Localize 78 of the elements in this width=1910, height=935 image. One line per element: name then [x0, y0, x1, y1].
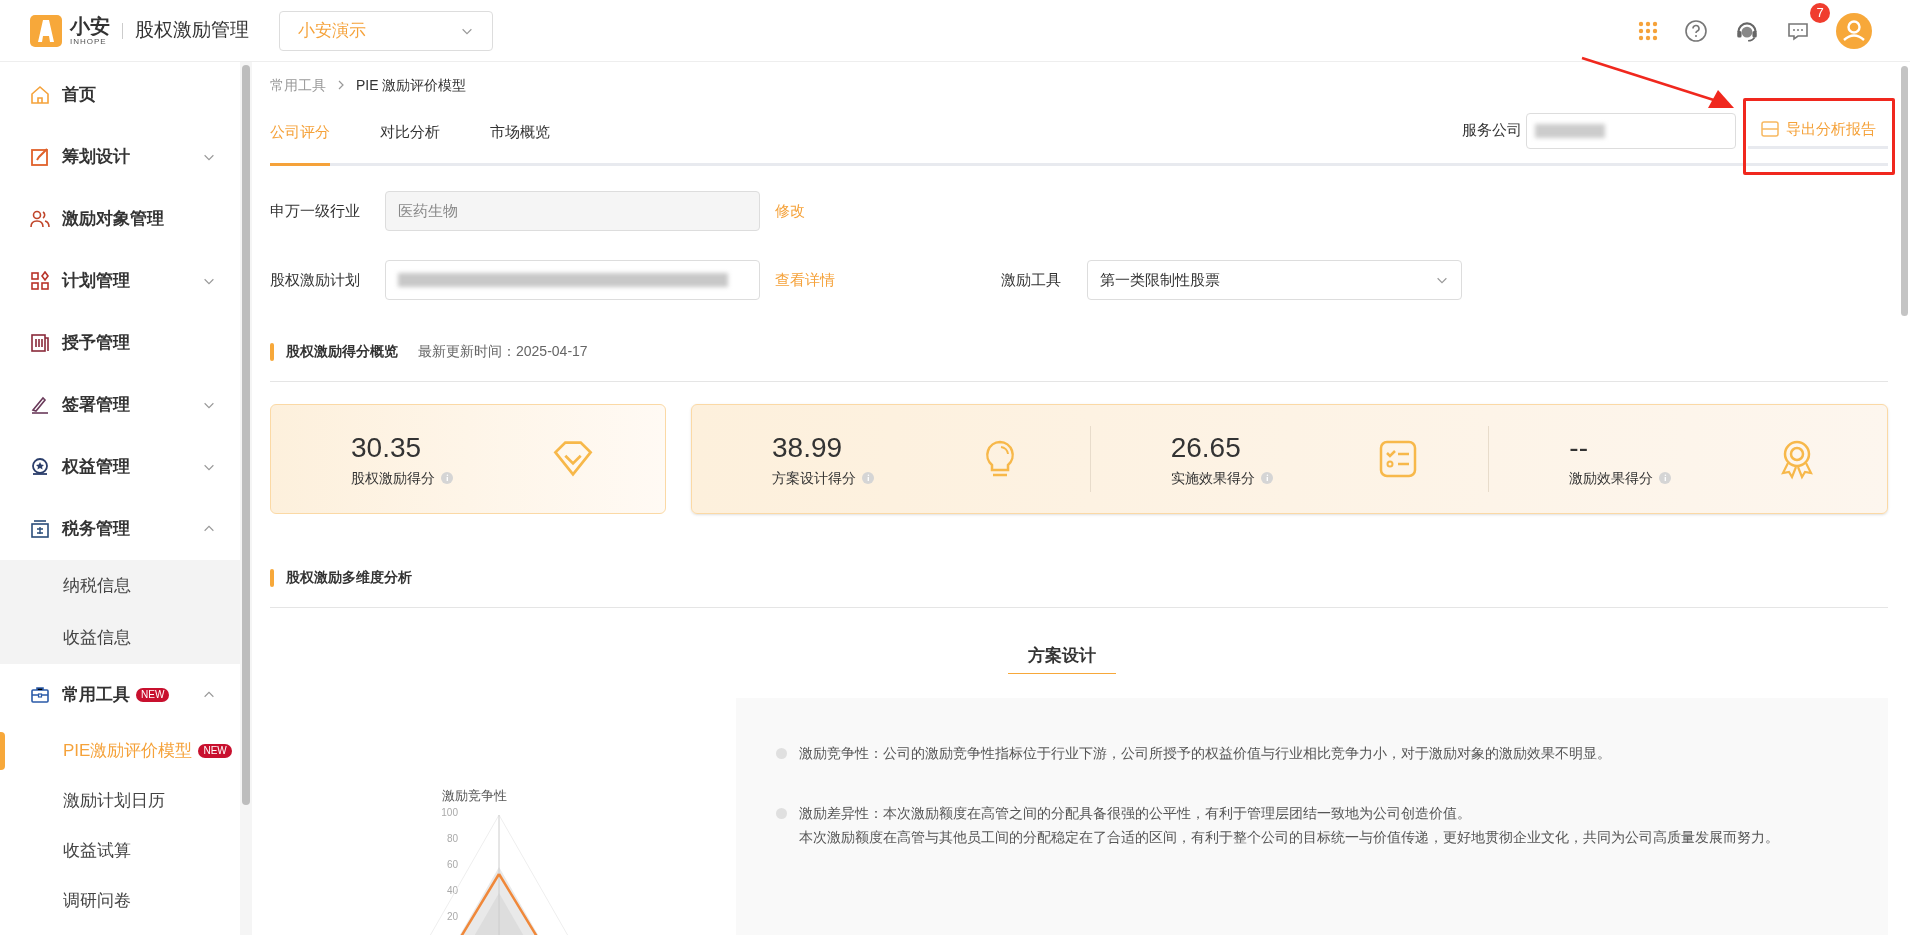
- score-label: 实施效果得分: [1170, 468, 1255, 488]
- service-company-field[interactable]: [1526, 112, 1736, 149]
- people-icon: [30, 209, 50, 229]
- info-icon[interactable]: [862, 472, 874, 484]
- info-icon[interactable]: [1659, 472, 1672, 484]
- sidebar-subitem[interactable]: 收益信息: [0, 612, 240, 664]
- logo-subtext: INHOPE: [70, 37, 108, 46]
- sidebar-subitem[interactable]: 调研问卷: [0, 876, 240, 926]
- sidebar-subitem[interactable]: PIE激励评价模型 NEW: [0, 726, 240, 776]
- score-label: 股权激励得分: [351, 468, 435, 488]
- breadcrumb-item: PIE 激励评价模型: [356, 75, 467, 95]
- analysis-text: 激励差异性：本次激励额度在高管之间的分配具备很强的公平性，有利于管理层团结一致地为公司创造价值。: [799, 804, 1472, 823]
- sidebar-subitem[interactable]: 收益试算: [0, 826, 240, 876]
- axis-label: 激励竞争性: [442, 787, 507, 805]
- sidebar-item[interactable]: 签署管理: [0, 374, 240, 436]
- score-value: 26.65: [1170, 430, 1242, 465]
- section-title: 股权激励得分概览: [286, 342, 398, 361]
- score-label: 方案设计得分: [772, 468, 856, 488]
- score-value: --: [1569, 430, 1589, 465]
- app-title: 股权激励管理: [135, 18, 249, 43]
- help-icon[interactable]: [1684, 18, 1708, 43]
- tick-label: 100: [441, 806, 458, 820]
- tab[interactable]: 对比分析: [380, 121, 440, 166]
- chevron-right-icon: [336, 80, 346, 90]
- tick-label: 20: [446, 910, 458, 924]
- tray-icon: [1760, 119, 1780, 139]
- scrollbar-thumb[interactable]: [242, 65, 250, 805]
- field-label: 股权激励计划: [270, 269, 361, 290]
- pen-icon: [30, 395, 50, 415]
- home-icon: [30, 85, 50, 105]
- field-label: 激励工具: [1001, 269, 1062, 290]
- score-value: 38.99: [772, 430, 844, 465]
- checklist-icon: [1378, 439, 1419, 479]
- section-marker: [270, 342, 274, 361]
- apps-grid-icon[interactable]: [1638, 20, 1658, 41]
- field-label: 服务公司: [1462, 120, 1522, 141]
- active-indicator: [0, 732, 5, 770]
- blurred-text: [1535, 123, 1605, 138]
- grid-icon: [30, 271, 50, 291]
- scrollbar-thumb[interactable]: [1901, 66, 1908, 316]
- sidebar-item[interactable]: 常用工具 NEW: [0, 664, 240, 726]
- sidebar-item[interactable]: 首页: [0, 64, 240, 126]
- sidebar-item[interactable]: 筹划设计: [0, 126, 240, 188]
- industry-field: 医药生物: [385, 191, 760, 231]
- score-value: 30.35: [351, 430, 423, 465]
- subsection-title: 方案设计: [1008, 638, 1116, 674]
- sidebar-item[interactable]: 计划管理: [0, 250, 240, 312]
- tick-label: 60: [446, 858, 458, 872]
- sidebar-subitem[interactable]: 纳税信息: [0, 560, 240, 612]
- medal-icon: [30, 457, 50, 477]
- analysis-text: 本次激励额度在高管与其他员工间的分配稳定在了合适的区间，有利于整个公司的目标统一与价值传递，更好地贯彻企业文化，共同为公司高质量发展而努力。: [799, 828, 1779, 847]
- logo-icon: [30, 14, 62, 47]
- new-badge: NEW: [198, 744, 232, 758]
- info-icon[interactable]: [441, 472, 453, 484]
- sidebar-subitem[interactable]: 激励计划日历: [0, 776, 240, 826]
- section-title: 股权激励多维度分析: [286, 568, 412, 587]
- avatar-icon[interactable]: [1836, 12, 1872, 49]
- analysis-text: 激励竞争性：公司的激励竞争性指标位于行业下游，公司所授予的权益价值与行业相比竞争力小，对于激励对象的激励效果不明显。: [799, 744, 1611, 763]
- toolbox-icon: [30, 685, 50, 705]
- sidebar-item[interactable]: 权益管理: [0, 436, 240, 498]
- book-icon: [30, 333, 50, 353]
- tick-label: 40: [446, 884, 458, 898]
- new-badge: NEW: [136, 688, 170, 702]
- tick-label: 80: [446, 832, 458, 846]
- score-label: 激励效果得分: [1569, 468, 1654, 488]
- tab[interactable]: 市场概览: [490, 121, 550, 166]
- sidebar-item[interactable]: 授予管理: [0, 312, 240, 374]
- incentive-tool-select[interactable]: 第一类限制性股票: [1087, 260, 1462, 300]
- field-label: 申万一级行业: [270, 200, 361, 221]
- update-time: 最新更新时间：2025-04-17: [418, 342, 588, 361]
- logo-text: 小安: [70, 15, 110, 36]
- edit-icon: [30, 147, 50, 167]
- section-marker: [270, 568, 274, 587]
- notification-badge: 7: [1810, 2, 1830, 23]
- plan-select[interactable]: [385, 260, 760, 300]
- info-icon[interactable]: [1260, 472, 1273, 484]
- sidebar-item[interactable]: 税务管理: [0, 498, 240, 560]
- sidebar-item[interactable]: 激励对象管理: [0, 188, 240, 250]
